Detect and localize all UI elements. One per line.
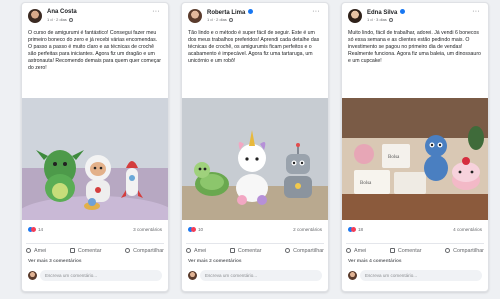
comment-count[interactable]: 3 comentários xyxy=(133,227,162,232)
share-icon xyxy=(285,248,291,253)
post-text: Tão lindo e o método é super fácil de se… xyxy=(188,30,320,64)
post-image[interactable] xyxy=(182,98,328,220)
post-header: Edna Silva 1 d · 3 dias ··· xyxy=(348,8,482,25)
author-name[interactable]: Roberta Lima xyxy=(207,9,254,16)
avatar xyxy=(188,271,197,280)
comment-icon xyxy=(69,248,75,253)
share-button[interactable]: Compartilhar xyxy=(285,248,324,254)
post-text: Muito lindo, fácil de trabalhar, adorei.… xyxy=(348,30,481,64)
more-options-icon[interactable]: ··· xyxy=(312,8,320,15)
avatar[interactable] xyxy=(188,9,202,23)
comment-button[interactable]: Comentar xyxy=(229,248,262,254)
heart-icon xyxy=(26,248,31,253)
love-button[interactable]: Amei xyxy=(186,248,206,254)
heart-icon xyxy=(346,248,351,253)
post-actions: Amei Comentar Compartilhar xyxy=(186,243,324,255)
heart-icon xyxy=(351,227,356,232)
post-card: Roberta Lima 1 d · 2 dias ··· Tão lindo … xyxy=(181,2,329,292)
see-more-comments[interactable]: Ver mais 2 comentários xyxy=(188,259,242,264)
globe-icon xyxy=(388,17,393,22)
comment-button[interactable]: Comentar xyxy=(69,248,102,254)
more-options-icon[interactable]: ··· xyxy=(472,8,480,15)
post-actions: Amei Comentar Compartilhar xyxy=(346,243,484,255)
love-button[interactable]: Amei xyxy=(346,248,366,254)
heart-icon xyxy=(186,248,191,253)
comment-count[interactable]: 4 comentários xyxy=(453,227,482,232)
post-stats: 10 2 comentários xyxy=(188,226,322,236)
reaction-summary[interactable]: 18 xyxy=(348,227,363,232)
post-text: O curso de amigurumi é fantástico! Conse… xyxy=(28,30,161,71)
post-meta: 1 d · 2 dias xyxy=(47,17,73,22)
post-actions: Amei Comentar Compartilhar xyxy=(26,243,164,255)
more-options-icon[interactable]: ··· xyxy=(152,8,160,15)
comment-icon xyxy=(229,248,235,253)
post-meta: 1 d · 2 dias xyxy=(207,17,233,22)
share-button[interactable]: Compartilhar xyxy=(125,248,164,254)
box-label: Bolsa xyxy=(360,181,372,186)
share-icon xyxy=(125,248,131,253)
post-card: Ana Costa 1 d · 2 dias ··· O curso de am… xyxy=(21,2,169,292)
comment-input[interactable]: Escreva um comentário... xyxy=(360,270,482,281)
reaction-summary[interactable]: 10 xyxy=(188,227,203,232)
avatar xyxy=(348,271,357,280)
avatar[interactable] xyxy=(348,9,362,23)
globe-icon xyxy=(68,17,73,22)
post-card: Edna Silva 1 d · 3 dias ··· Muito lindo,… xyxy=(341,2,489,292)
avatar[interactable] xyxy=(28,9,42,23)
box-label: Bolsa xyxy=(388,155,400,160)
author-name[interactable]: Ana Costa xyxy=(47,9,77,15)
post-header: Ana Costa 1 d · 2 dias ··· xyxy=(28,8,162,25)
comment-input[interactable]: Escreva um comentário... xyxy=(200,270,322,281)
see-more-comments[interactable]: Ver mais 3 comentários xyxy=(28,259,82,264)
post-stats: 14 3 comentários xyxy=(28,226,162,236)
post-stats: 18 4 comentários xyxy=(348,226,482,236)
post-image[interactable]: Bolsa Bolsa xyxy=(342,98,488,220)
verified-icon xyxy=(248,9,254,14)
post-image[interactable] xyxy=(22,98,168,220)
comment-composer: Escreva um comentário... xyxy=(28,269,162,283)
reaction-summary[interactable]: 14 xyxy=(28,227,43,232)
comment-button[interactable]: Comentar xyxy=(389,248,422,254)
author-name[interactable]: Edna Silva xyxy=(367,9,406,16)
share-button[interactable]: Compartilhar xyxy=(445,248,484,254)
avatar xyxy=(28,271,37,280)
post-header: Roberta Lima 1 d · 2 dias ··· xyxy=(188,8,322,25)
comment-input[interactable]: Escreva um comentário... xyxy=(40,270,162,281)
verified-icon xyxy=(400,9,406,14)
comment-composer: Escreva um comentário... xyxy=(348,269,482,283)
heart-icon xyxy=(31,227,36,232)
see-more-comments[interactable]: Ver mais 4 comentários xyxy=(348,259,402,264)
heart-icon xyxy=(191,227,196,232)
love-button[interactable]: Amei xyxy=(26,248,46,254)
share-icon xyxy=(445,248,451,253)
comment-composer: Escreva um comentário... xyxy=(188,269,322,283)
comment-icon xyxy=(389,248,395,253)
globe-icon xyxy=(228,17,233,22)
comment-count[interactable]: 2 comentários xyxy=(293,227,322,232)
post-meta: 1 d · 3 dias xyxy=(367,17,393,22)
